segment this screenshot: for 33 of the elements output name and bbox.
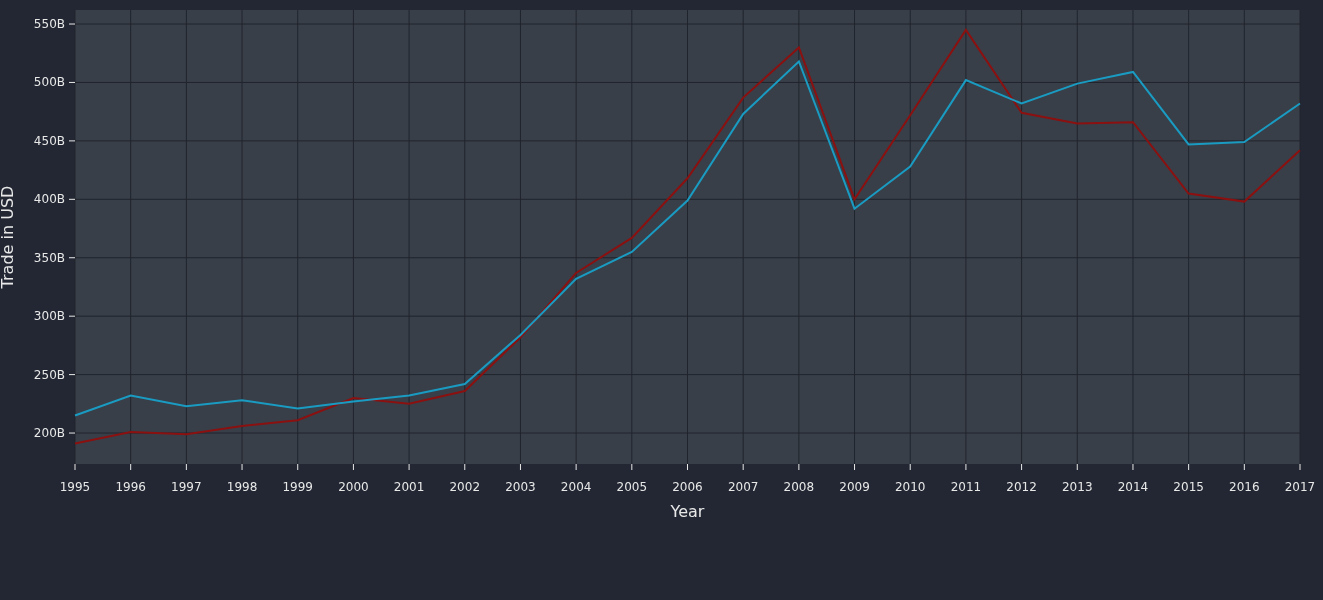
axis-tick-label: 350B (33, 250, 65, 265)
axis-tick-label: 500B (33, 75, 65, 90)
axis-tick-label: 250B (33, 367, 65, 382)
axis-tick-label: 1998 (226, 480, 258, 494)
axis-tick-label: 1996 (115, 480, 146, 494)
x-axis-title: Year (670, 502, 705, 521)
axis-tick-label: 2015 (1173, 480, 1204, 494)
axis-tick-label: 2003 (505, 480, 536, 494)
axis-tick-label: 2008 (783, 480, 815, 494)
axis-tick-label: 1995 (59, 480, 91, 494)
axis-tick-label: 2016 (1229, 480, 1260, 494)
axis-tick-label: 2014 (1117, 480, 1149, 494)
axis-tick-label: 300B (33, 309, 65, 324)
axis-tick-label: 2017 (1284, 480, 1316, 494)
axis-tick-label: 2002 (449, 480, 481, 494)
axis-tick-label: 2009 (839, 480, 870, 494)
axis-tick-label: 2001 (393, 480, 425, 494)
axis-tick-label: 2010 (894, 480, 926, 494)
axis-tick-label: 1997 (171, 480, 202, 494)
axis-tick-label: 2012 (1006, 480, 1037, 494)
axis-tick-label: 2013 (1062, 480, 1093, 494)
axis-tick-label: 2011 (950, 480, 982, 494)
y-axis-title: Trade in USD (0, 185, 17, 289)
axis-tick-label: 2006 (672, 480, 703, 494)
axis-tick-label: 2000 (338, 480, 369, 494)
axis-tick-label: 200B (33, 426, 65, 441)
axis-tick-label: 400B (33, 192, 65, 207)
axis-tick-label: 450B (33, 133, 65, 148)
axis-tick-label: 2007 (727, 480, 759, 494)
axis-tick-label: 2004 (560, 480, 592, 494)
axis-tick-label: 1999 (282, 480, 313, 494)
axis-tick-label: 2005 (616, 480, 648, 494)
axis-tick-label: 550B (33, 17, 65, 31)
